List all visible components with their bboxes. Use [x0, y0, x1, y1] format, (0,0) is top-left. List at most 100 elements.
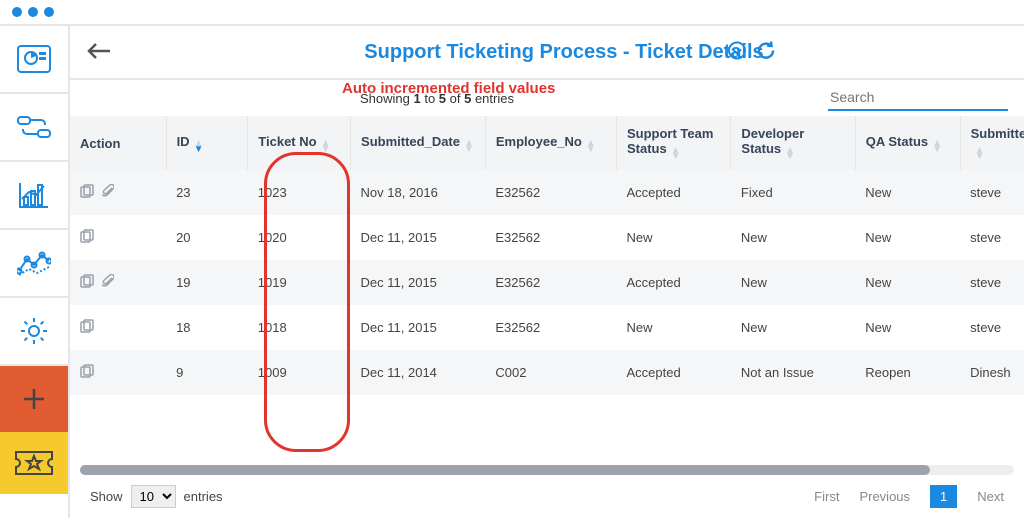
cell-ticket-no: 1023 — [248, 170, 351, 215]
table-row[interactable]: 181018Dec 11, 2015E32562NewNewNewsteveD — [70, 305, 1024, 350]
sidebar-item-add[interactable] — [0, 366, 68, 432]
table-row[interactable]: 91009Dec 11, 2014C002AcceptedNot an Issu… — [70, 350, 1024, 395]
cell-submitted-by: steve — [960, 170, 1024, 215]
main-panel: Support Ticketing Process - Ticket Detai… — [70, 26, 1024, 518]
window-dot — [28, 7, 38, 17]
col-action[interactable]: Action — [70, 116, 166, 170]
cell-submitted-date: Dec 11, 2015 — [351, 215, 486, 260]
cell-support-status: Accepted — [616, 170, 730, 215]
cell-employee-no: C002 — [485, 350, 616, 395]
col-qa-status[interactable]: QA Status▲▼ — [855, 116, 960, 170]
refresh-icon — [756, 41, 776, 61]
cell-employee-no: E32562 — [485, 215, 616, 260]
workflow-icon — [17, 115, 51, 139]
sidebar-item-dashboard[interactable] — [0, 26, 68, 94]
bar-chart-icon — [18, 181, 50, 209]
cell-support-status: Accepted — [616, 350, 730, 395]
app-shell: Support Ticketing Process - Ticket Detai… — [0, 26, 1024, 518]
cell-employee-no: E32562 — [485, 305, 616, 350]
cell-developer-status: Fixed — [731, 170, 855, 215]
col-submitted-date[interactable]: Submitted_Date▲▼ — [351, 116, 486, 170]
search-input[interactable] — [828, 85, 1012, 109]
sidebar-item-line-chart[interactable] — [0, 230, 68, 298]
col-support-status[interactable]: Support Team Status▲▼ — [616, 116, 730, 170]
col-id[interactable]: ID▲▼ — [166, 116, 248, 170]
entries-label: entries — [184, 489, 223, 504]
sidebar-item-tickets[interactable] — [0, 432, 68, 494]
back-button[interactable] — [86, 41, 112, 64]
table-row[interactable]: 231023Nov 18, 2016E32562AcceptedFixedNew… — [70, 170, 1024, 215]
plus-icon — [21, 386, 47, 412]
title-dropdown[interactable] — [728, 42, 746, 63]
refresh-button[interactable] — [756, 41, 776, 64]
col-employee-no[interactable]: Employee_No▲▼ — [485, 116, 616, 170]
dashboard-icon — [17, 45, 51, 73]
copy-icon[interactable] — [80, 364, 94, 381]
page-titlebar: Support Ticketing Process - Ticket Detai… — [70, 26, 1024, 80]
horizontal-scrollbar[interactable] — [80, 465, 1014, 475]
sidebar-item-bar-chart[interactable] — [0, 162, 68, 230]
line-chart-icon — [17, 249, 51, 277]
sidebar-item-settings[interactable] — [0, 298, 68, 366]
cell-developer-status: New — [731, 260, 855, 305]
entries-summary: Showing 1 to 5 of 5 entries — [360, 91, 514, 106]
page-size-select[interactable]: 10 — [131, 485, 176, 508]
window-dot — [12, 7, 22, 17]
paperclip-icon[interactable] — [102, 274, 114, 291]
col-ticket-no[interactable]: Ticket No▲▼ — [248, 116, 351, 170]
pager-next[interactable]: Next — [977, 489, 1004, 504]
cell-qa-status: New — [855, 215, 960, 260]
data-table-container: Action ID▲▼ Ticket No▲▼ Submitted_Date▲▼… — [70, 116, 1024, 461]
ticket-star-icon — [14, 450, 54, 476]
pager-current[interactable]: 1 — [930, 485, 957, 508]
cell-ticket-no: 1018 — [248, 305, 351, 350]
pager-first[interactable]: First — [814, 489, 839, 504]
cell-submitted-date: Dec 11, 2015 — [351, 305, 486, 350]
paperclip-icon[interactable] — [102, 184, 114, 201]
cell-qa-status: New — [855, 260, 960, 305]
show-label: Show — [90, 489, 123, 504]
sidebar-item-workflow[interactable] — [0, 94, 68, 162]
cell-ticket-no: 1009 — [248, 350, 351, 395]
data-table: Action ID▲▼ Ticket No▲▼ Submitted_Date▲▼… — [70, 116, 1024, 395]
cell-id: 18 — [166, 305, 248, 350]
page-title: Support Ticketing Process - Ticket Detai… — [120, 41, 1008, 64]
search-field[interactable] — [828, 85, 1008, 111]
cell-qa-status: New — [855, 170, 960, 215]
table-row[interactable]: 201020Dec 11, 2015E32562NewNewNewsteveD — [70, 215, 1024, 260]
copy-icon[interactable] — [80, 184, 94, 201]
cell-developer-status: New — [731, 305, 855, 350]
copy-icon[interactable] — [80, 319, 94, 336]
table-row[interactable]: 191019Dec 11, 2015E32562AcceptedNewNewst… — [70, 260, 1024, 305]
copy-icon[interactable] — [80, 229, 94, 246]
cell-submitted-date: Nov 18, 2016 — [351, 170, 486, 215]
scrollbar-thumb[interactable] — [80, 465, 930, 475]
copy-icon[interactable] — [80, 274, 94, 291]
col-developer-status[interactable]: Developer Status▲▼ — [731, 116, 855, 170]
cell-id: 19 — [166, 260, 248, 305]
cell-support-status: Accepted — [616, 260, 730, 305]
cell-submitted-date: Dec 11, 2014 — [351, 350, 486, 395]
macos-title-bar — [0, 0, 1024, 26]
cell-support-status: New — [616, 215, 730, 260]
cell-qa-status: Reopen — [855, 350, 960, 395]
cell-ticket-no: 1019 — [248, 260, 351, 305]
gear-icon — [19, 316, 49, 346]
cell-ticket-no: 1020 — [248, 215, 351, 260]
cell-employee-no: E32562 — [485, 260, 616, 305]
col-submitted-by[interactable]: Submitted By▲▼ — [960, 116, 1024, 170]
cell-developer-status: Not an Issue — [731, 350, 855, 395]
window-dot — [44, 7, 54, 17]
cell-qa-status: New — [855, 305, 960, 350]
cell-developer-status: New — [731, 215, 855, 260]
cell-submitted-by: steve — [960, 260, 1024, 305]
left-sidebar — [0, 26, 70, 518]
cell-support-status: New — [616, 305, 730, 350]
arrow-left-icon — [86, 41, 112, 61]
cell-submitted-date: Dec 11, 2015 — [351, 260, 486, 305]
pager-previous[interactable]: Previous — [859, 489, 910, 504]
cell-submitted-by: Dinesh — [960, 350, 1024, 395]
cell-submitted-by: steve — [960, 215, 1024, 260]
cell-id: 20 — [166, 215, 248, 260]
table-footer: Show 10 entries First Previous 1 Next — [70, 475, 1024, 518]
